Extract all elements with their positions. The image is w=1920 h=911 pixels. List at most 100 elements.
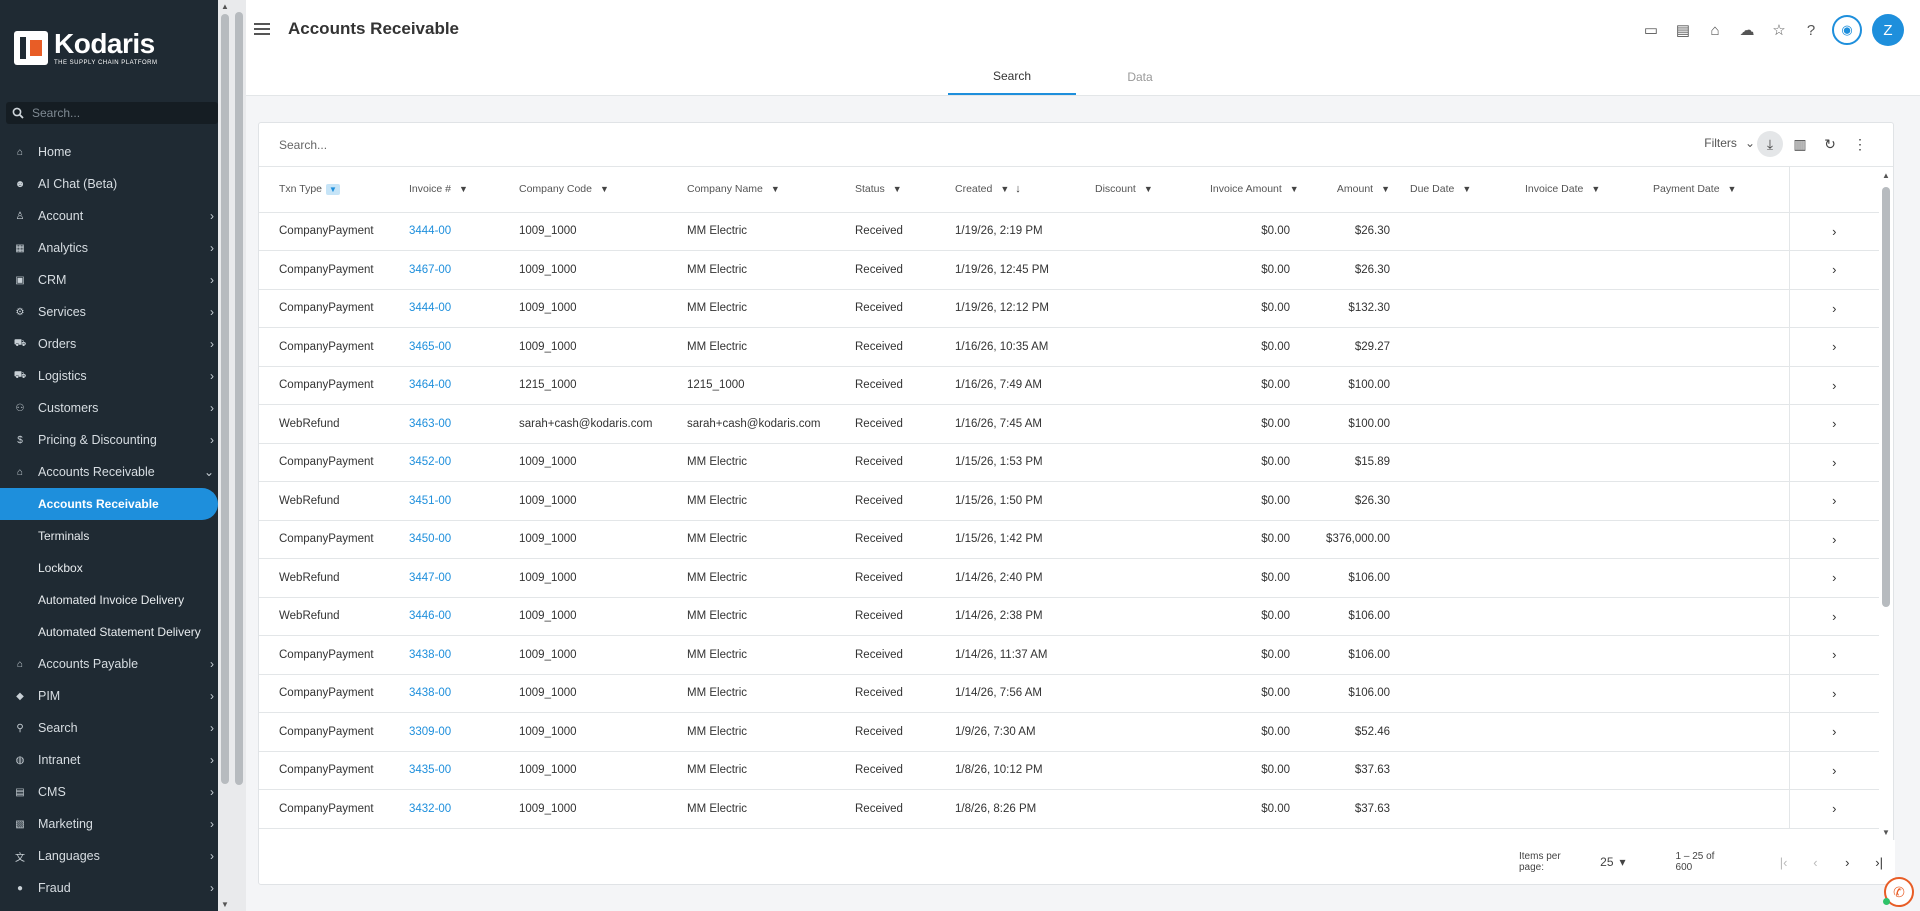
sidebar-subitem-automated-invoice-delivery[interactable]: Automated Invoice Delivery bbox=[0, 584, 232, 616]
chevron-right-icon[interactable]: › bbox=[1788, 212, 1879, 251]
cloud-download-icon[interactable]: ☁ bbox=[1736, 19, 1758, 41]
table-row[interactable]: CompanyPayment 3444-00 1009_1000 MM Electri… bbox=[259, 289, 1879, 328]
table-row[interactable]: CompanyPayment 3438-00 1009_1000 MM Electri… bbox=[259, 635, 1879, 675]
table-row[interactable]: WebRefund 3446-00 1009_1000 MM Electric Rece… bbox=[259, 597, 1879, 636]
sidebar-item-pricing-discounting[interactable]: $ Pricing & Discounting › bbox=[0, 424, 232, 456]
chevron-right-icon[interactable]: › bbox=[1788, 250, 1879, 290]
table-row[interactable]: WebRefund 3463-00 sarah+cash@kodaris.com sa… bbox=[259, 404, 1879, 444]
download-icon[interactable]: ⤓ bbox=[1757, 131, 1783, 157]
sidebar-item-crm[interactable]: ▣ CRM › bbox=[0, 264, 232, 296]
column-header-invoice-amount[interactable]: Invoice Amount ▼ bbox=[1190, 167, 1299, 213]
sidebar-item-account[interactable]: ♙ Account › bbox=[0, 200, 232, 232]
filters-button[interactable]: Filters ⌄ bbox=[1704, 136, 1755, 150]
invoice-link[interactable]: 3447-00 bbox=[389, 558, 499, 598]
table-row[interactable]: CompanyPayment 3309-00 1009_1000 MM Electri… bbox=[259, 712, 1879, 752]
column-header-created[interactable]: Created ▼ ↓ bbox=[935, 167, 1075, 213]
logo[interactable]: Kodaris THE SUPPLY CHAIN PLATFORM bbox=[0, 0, 232, 96]
chevron-right-icon[interactable]: › bbox=[1788, 404, 1879, 444]
bank-icon[interactable]: ⌂ bbox=[1704, 19, 1726, 41]
table-row[interactable]: CompanyPayment 3467-00 1009_1000 MM Electri… bbox=[259, 250, 1879, 290]
ai-assistant-icon[interactable]: ◉ bbox=[1832, 15, 1862, 45]
sort-desc-icon[interactable]: ↓ bbox=[1015, 183, 1021, 195]
main-scroll-thumb[interactable] bbox=[235, 12, 243, 785]
prev-page-icon[interactable]: ‹ bbox=[1799, 855, 1831, 870]
sidebar-item-cms[interactable]: ▤ CMS › bbox=[0, 776, 232, 808]
invoice-link[interactable]: 3463-00 bbox=[389, 404, 499, 444]
grid-search-input[interactable] bbox=[279, 137, 779, 152]
sidebar-item-intranet[interactable]: ◍ Intranet › bbox=[0, 744, 232, 776]
invoice-link[interactable]: 3438-00 bbox=[389, 635, 499, 675]
sidebar-scrollbar[interactable]: ▲ ▼ bbox=[218, 0, 232, 911]
sidebar-subitem-terminals[interactable]: Terminals bbox=[0, 520, 232, 552]
sidebar-subitem-automated-statement-delivery[interactable]: Automated Statement Delivery bbox=[0, 616, 232, 648]
invoice-link[interactable]: 3464-00 bbox=[389, 366, 499, 405]
column-header-invoice-[interactable]: Invoice # ▼ bbox=[389, 167, 499, 213]
sidebar-item-fraud[interactable]: ● Fraud › bbox=[0, 872, 232, 904]
invoice-link[interactable]: 3450-00 bbox=[389, 520, 499, 559]
chevron-right-icon[interactable]: › bbox=[1788, 674, 1879, 713]
column-menu-icon[interactable]: ▼ bbox=[459, 184, 468, 194]
sidebar-subitem-lockbox[interactable]: Lockbox bbox=[0, 552, 232, 584]
invoice-link[interactable]: 3444-00 bbox=[389, 212, 499, 251]
column-header-company-name[interactable]: Company Name ▼ bbox=[667, 167, 835, 213]
invoice-link[interactable]: 3451-00 bbox=[389, 481, 499, 521]
scroll-up-icon[interactable]: ▲ bbox=[221, 2, 229, 11]
column-menu-icon[interactable]: ▼ bbox=[1144, 184, 1153, 194]
chevron-right-icon[interactable]: › bbox=[1788, 789, 1879, 829]
column-header-company-code[interactable]: Company Code ▼ bbox=[499, 167, 667, 213]
chevron-right-icon[interactable]: › bbox=[1788, 635, 1879, 675]
invoice-link[interactable]: 3465-00 bbox=[389, 327, 499, 367]
invoice-link[interactable]: 3452-00 bbox=[389, 443, 499, 482]
chevron-right-icon[interactable]: › bbox=[1788, 712, 1879, 752]
chevron-right-icon[interactable]: › bbox=[1788, 558, 1879, 598]
column-menu-icon[interactable]: ▼ bbox=[771, 184, 780, 194]
column-menu-icon[interactable]: ▼ bbox=[893, 184, 902, 194]
invoice-link[interactable]: 3309-00 bbox=[389, 712, 499, 752]
chevron-right-icon[interactable]: › bbox=[1788, 366, 1879, 405]
sidebar-item-customers[interactable]: ⚇ Customers › bbox=[0, 392, 232, 424]
last-page-icon[interactable]: ›| bbox=[1863, 855, 1895, 870]
scroll-up-icon[interactable]: ▲ bbox=[1882, 171, 1890, 180]
table-row[interactable]: CompanyPayment 3438-00 1009_1000 MM Electri… bbox=[259, 674, 1879, 713]
sidebar-item-home[interactable]: ⌂ Home bbox=[0, 136, 232, 168]
column-header-due-date[interactable]: Due Date ▼ bbox=[1390, 167, 1505, 213]
table-row[interactable]: CompanyPayment 3450-00 1009_1000 MM Electri… bbox=[259, 520, 1879, 559]
sidebar-item-logistics[interactable]: ⛟ Logistics › bbox=[0, 360, 232, 392]
chevron-right-icon[interactable]: › bbox=[1788, 327, 1879, 367]
column-header-txn-type[interactable]: Txn Type ▼ bbox=[259, 167, 389, 213]
sidebar-item-search[interactable]: ⚲ Search › bbox=[0, 712, 232, 744]
sidebar-search-input[interactable] bbox=[32, 106, 202, 120]
invoice-link[interactable]: 3438-00 bbox=[389, 674, 499, 713]
sidebar-item-accounts-payable[interactable]: ⌂ Accounts Payable › bbox=[0, 648, 232, 680]
tab-search[interactable]: Search bbox=[948, 58, 1076, 95]
column-menu-icon[interactable]: ▼ bbox=[1381, 184, 1390, 194]
chevron-right-icon[interactable]: › bbox=[1788, 597, 1879, 636]
column-header-invoice-date[interactable]: Invoice Date ▼ bbox=[1505, 167, 1633, 213]
table-row[interactable]: WebRefund 3451-00 1009_1000 MM Electric Rece… bbox=[259, 481, 1879, 521]
more-vert-icon[interactable]: ⋮ bbox=[1847, 131, 1873, 157]
column-header-amount[interactable]: Amount ▼ bbox=[1290, 167, 1390, 213]
scroll-down-icon[interactable]: ▼ bbox=[221, 900, 229, 909]
sidebar-item-ai-chat-beta-[interactable]: ☻ AI Chat (Beta) bbox=[0, 168, 232, 200]
table-scrollbar[interactable]: ▲ ▼ bbox=[1879, 169, 1893, 839]
scroll-down-icon[interactable]: ▼ bbox=[1882, 828, 1890, 837]
main-scrollbar[interactable] bbox=[232, 0, 246, 911]
sidebar-item-analytics[interactable]: ▦ Analytics › bbox=[0, 232, 232, 264]
tab-data[interactable]: Data bbox=[1076, 58, 1204, 95]
columns-icon[interactable]: ▥ bbox=[1787, 131, 1813, 157]
table-row[interactable]: CompanyPayment 3465-00 1009_1000 MM Electri… bbox=[259, 327, 1879, 367]
sidebar-item-orders[interactable]: ⛟ Orders › bbox=[0, 328, 232, 360]
page-size-select[interactable]: 25 ▾ bbox=[1600, 855, 1625, 869]
invoice-link[interactable]: 3446-00 bbox=[389, 597, 499, 636]
register-icon[interactable]: ▤ bbox=[1672, 19, 1694, 41]
chevron-right-icon[interactable]: › bbox=[1788, 751, 1879, 790]
sidebar-subitem-accounts-receivable[interactable]: Accounts Receivable bbox=[0, 488, 218, 520]
column-header-payment-date[interactable]: Payment Date ▼ bbox=[1633, 167, 1789, 213]
table-row[interactable]: CompanyPayment 3435-00 1009_1000 MM Electri… bbox=[259, 751, 1879, 790]
refresh-icon[interactable]: ↻ bbox=[1817, 131, 1843, 157]
table-row[interactable]: CompanyPayment 3452-00 1009_1000 MM Electri… bbox=[259, 443, 1879, 482]
card-check-icon[interactable]: ▭ bbox=[1640, 19, 1662, 41]
table-row[interactable]: CompanyPayment 3444-00 1009_1000 MM Electri… bbox=[259, 212, 1879, 251]
next-page-icon[interactable]: › bbox=[1831, 855, 1863, 870]
table-scroll-thumb[interactable] bbox=[1882, 187, 1890, 607]
